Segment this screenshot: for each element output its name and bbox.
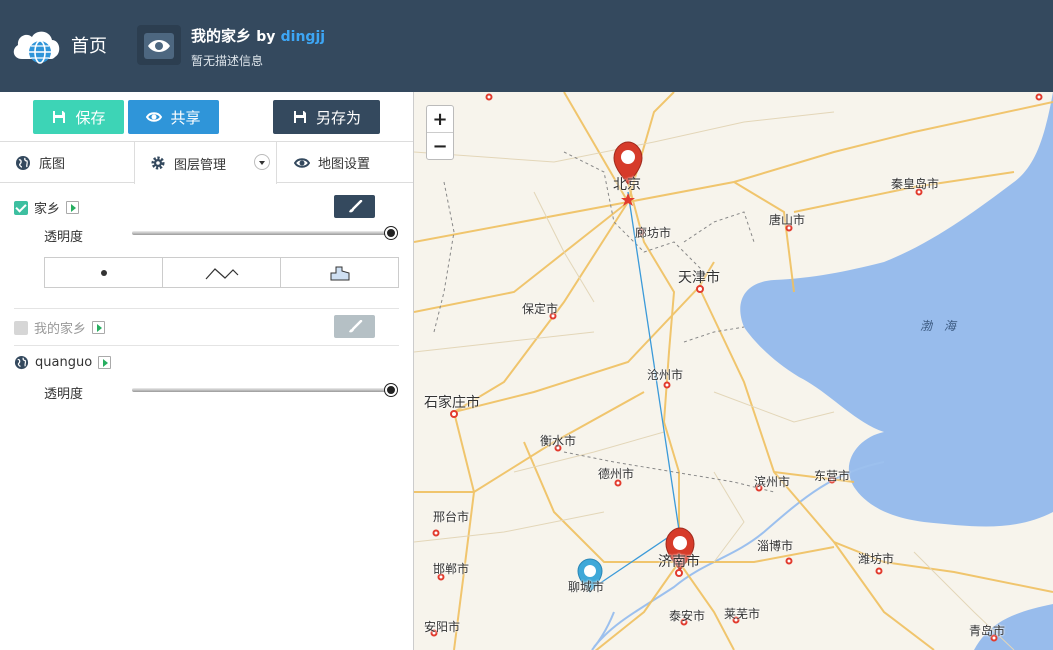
chevron-down-icon[interactable] xyxy=(254,154,270,170)
eye-share-icon xyxy=(146,112,163,122)
layer-visibility-checkbox[interactable] xyxy=(14,320,28,335)
layer-item-jiaxiang: 家乡 xyxy=(14,198,80,217)
point-icon xyxy=(100,269,107,276)
save-button-label: 保存 xyxy=(75,108,106,127)
bohai-sea xyxy=(740,92,1053,527)
project-author-link[interactable]: dingjj xyxy=(281,29,325,45)
polygon-icon xyxy=(330,266,349,280)
home-link[interactable]: 首页 xyxy=(71,32,107,58)
share-button-label: 共享 xyxy=(170,108,201,127)
map-label-qinhuangdao: 秦皇岛市 xyxy=(891,177,940,191)
map-label-qingdao: 青岛市 xyxy=(969,624,1006,638)
gear-icon xyxy=(151,156,165,170)
project-by: by xyxy=(256,29,276,45)
floppy-disk-icon xyxy=(293,111,306,123)
map-label-tianjin: 天津市 xyxy=(678,270,720,286)
layer-item-wodejiaxiang: 我的家乡 xyxy=(14,318,106,337)
slider-thumb[interactable] xyxy=(385,384,397,396)
zoom-in-button[interactable]: + xyxy=(427,106,453,133)
project-icon xyxy=(137,25,181,65)
share-button[interactable]: 共享 xyxy=(128,100,219,134)
layer-name: 家乡 xyxy=(34,202,61,217)
app-header: 首页 我的家乡 by dingjj 暂无描述信息 xyxy=(0,0,1053,92)
opacity-slider[interactable] xyxy=(132,384,398,396)
map-label-liaocheng: 聊城市 xyxy=(568,580,605,594)
eye-icon xyxy=(294,157,310,168)
play-icon[interactable] xyxy=(66,201,80,214)
project-title: 我的家乡 by dingjj xyxy=(191,25,325,46)
layer-visibility-checkbox[interactable] xyxy=(14,200,28,215)
map-label-tangshan: 唐山市 xyxy=(769,213,806,227)
paintbrush-icon xyxy=(348,199,362,212)
tab-basemap-label: 底图 xyxy=(39,157,66,172)
slider-track xyxy=(132,388,390,392)
line-geometry-button[interactable] xyxy=(163,258,281,287)
slider-track xyxy=(132,231,390,235)
layer-name: quanguo xyxy=(35,355,93,370)
save-button[interactable]: 保存 xyxy=(33,100,124,134)
map-label-handan: 邯郸市 xyxy=(433,562,470,576)
map-basemap xyxy=(414,92,1053,650)
panel-tabs: 底图 图层管理 地图设置 xyxy=(0,141,413,184)
project-name: 我的家乡 xyxy=(191,27,252,45)
zoom-out-button[interactable]: − xyxy=(427,133,453,160)
cloud-globe-logo-icon[interactable] xyxy=(10,25,62,67)
map-label-laiwu: 莱芜市 xyxy=(724,607,761,621)
province-borders xyxy=(433,151,775,493)
map-label-baoding: 保定市 xyxy=(522,302,559,316)
map-label-weifang: 潍坊市 xyxy=(858,552,895,566)
polygon-geometry-button[interactable] xyxy=(281,258,398,287)
opacity-label: 透明度 xyxy=(44,230,84,245)
map-label-shijiazhuang: 石家庄市 xyxy=(424,395,480,411)
layer-divider xyxy=(14,308,399,309)
layer-name: 我的家乡 xyxy=(34,322,87,337)
floppy-disk-icon xyxy=(53,111,66,123)
map-label-anyang: 安阳市 xyxy=(424,620,461,634)
layer-panel: 保存 共享 另存为 底图 图层管理 地图设置 家乡 透明度 我的家乡 quang… xyxy=(0,92,414,650)
layer-item-quanguo: quanguo xyxy=(14,355,112,370)
tab-layers-label: 图层管理 xyxy=(174,157,227,173)
map-label-jinan: 济南市 xyxy=(658,554,700,570)
eye-icon xyxy=(148,40,170,52)
zoom-control: + − xyxy=(426,105,454,160)
polyline-icon xyxy=(205,267,238,279)
geometry-type-group xyxy=(44,257,399,288)
project-description: 暂无描述信息 xyxy=(191,54,264,68)
map-label-langfang: 廊坊市 xyxy=(635,226,672,240)
opacity-label: 透明度 xyxy=(44,387,84,402)
paintbrush-icon xyxy=(348,319,362,332)
map-label-beijing: 北京 xyxy=(613,177,641,193)
slider-thumb[interactable] xyxy=(385,227,397,239)
map-label-zibo: 淄博市 xyxy=(757,539,794,553)
layer-style-button[interactable] xyxy=(334,195,375,218)
map-label-xingtai: 邢台市 xyxy=(433,510,470,524)
map-label-hengshui: 衡水市 xyxy=(540,434,577,448)
play-icon[interactable] xyxy=(98,356,112,369)
opacity-slider[interactable] xyxy=(132,227,398,239)
layer-style-button[interactable] xyxy=(334,315,375,338)
map-label-bohai: 渤 海 xyxy=(920,319,960,333)
tab-basemap[interactable]: 底图 xyxy=(15,142,133,183)
map-label-binzhou: 滨州市 xyxy=(754,475,791,489)
map-label-taian: 泰安市 xyxy=(669,609,706,623)
tab-layers[interactable]: 图层管理 xyxy=(134,142,277,184)
map-label-cangzhou: 沧州市 xyxy=(647,368,684,382)
tab-map-settings-label: 地图设置 xyxy=(318,157,371,172)
save-as-button[interactable]: 另存为 xyxy=(273,100,380,134)
map-label-dezhou: 德州市 xyxy=(598,467,635,481)
map-view[interactable]: 北京 廊坊市 天津市 秦皇岛市 唐山市 保定市 渤 海 沧州市 石家庄市 衡水市… xyxy=(414,92,1053,650)
globe-icon xyxy=(16,155,30,170)
layer-divider xyxy=(14,345,399,346)
globe-icon xyxy=(14,355,29,370)
play-icon[interactable] xyxy=(92,321,106,334)
point-geometry-button[interactable] xyxy=(45,258,163,287)
save-as-button-label: 另存为 xyxy=(315,108,361,127)
tab-map-settings[interactable]: 地图设置 xyxy=(294,142,412,183)
map-label-dongying: 东营市 xyxy=(814,469,851,483)
